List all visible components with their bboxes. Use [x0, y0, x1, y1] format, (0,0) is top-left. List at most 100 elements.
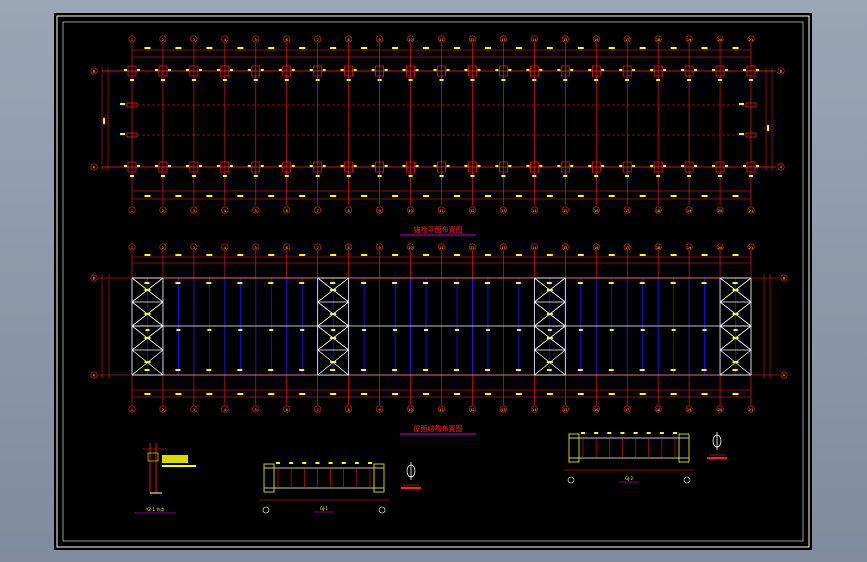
member-tag [633, 432, 638, 434]
dim-text [670, 195, 677, 197]
bolt-mark [532, 79, 537, 81]
axis-label-bottom: 12 [470, 408, 474, 412]
axis-label-top: 10 [408, 246, 412, 250]
bolt-mark [198, 165, 202, 167]
member-tag [176, 329, 181, 331]
dim-text [361, 47, 368, 49]
member-tag [577, 369, 583, 371]
axis-label-bottom: 8 [348, 408, 350, 412]
bolt-mark [749, 79, 753, 81]
axis-label-top: 12 [470, 38, 474, 42]
dim-text [330, 47, 337, 49]
member-tag [331, 329, 336, 331]
bolt-mark [526, 69, 530, 71]
member-tag [144, 289, 151, 291]
bolt-mark [291, 165, 295, 167]
member-tag [300, 329, 305, 331]
bolt-mark [353, 69, 357, 71]
bolt-mark [570, 165, 574, 167]
dim-text [103, 118, 105, 124]
member-tag [608, 369, 614, 371]
member-tag [175, 282, 181, 284]
axis-label-top: 8 [348, 246, 350, 250]
bolt-mark [124, 165, 127, 167]
dim-text [639, 393, 646, 395]
bolt-mark [402, 165, 406, 167]
axis-label-top: 5 [255, 246, 257, 250]
dim-text [175, 393, 182, 395]
member-tag [732, 337, 739, 339]
axis-label-bottom: 15 [563, 209, 567, 213]
bolt-mark [632, 69, 636, 71]
axis-label-top: 8 [348, 38, 350, 42]
member-tag [546, 337, 553, 339]
member-tag [276, 462, 280, 464]
member-tag [546, 361, 553, 363]
member-tag [640, 329, 645, 331]
drawing-viewport[interactable]: 1 1 2 2 3 3 4 4 5 5 6 6 7 7 8 8 9 9 10 10 11 11 12 12 13 13 14 14 15… [54, 13, 812, 550]
bolt-mark [508, 165, 512, 167]
bolt-mark [656, 175, 661, 177]
member-tag [547, 329, 552, 331]
axis-label-top: 13 [501, 246, 505, 250]
member-tag [237, 369, 243, 371]
member-tag [646, 432, 651, 434]
dim-text [453, 254, 460, 256]
bolt-mark [557, 69, 561, 71]
bolt-mark [377, 175, 382, 177]
member-tag [330, 313, 337, 315]
bolt-mark [377, 79, 382, 81]
axis-label-top: 5 [255, 38, 257, 42]
dim-text [206, 393, 213, 395]
dim-text [608, 195, 615, 197]
bolt-mark [619, 165, 623, 167]
axis-label-bottom: 6 [286, 408, 288, 412]
dim-text [423, 195, 430, 197]
member-tag [701, 282, 707, 284]
axis-label-top: 16 [594, 38, 598, 42]
member-tag [577, 282, 583, 284]
row-label: B [93, 277, 96, 281]
dim-text [732, 195, 739, 197]
member-tag [341, 462, 346, 464]
axis-label-bottom: 14 [532, 209, 537, 213]
bolt-mark [532, 175, 537, 177]
member-tag [206, 369, 212, 371]
axis-label-bottom: 20 [718, 408, 722, 412]
member-tag [268, 369, 274, 371]
member-tag [578, 329, 583, 331]
bolt-mark [439, 79, 444, 81]
axis-label-bottom: 3 [193, 209, 195, 213]
bolt-mark [712, 69, 716, 71]
dim-text [453, 393, 460, 395]
bolt-mark [291, 69, 295, 71]
bolt-mark [739, 103, 744, 105]
axis-label-bottom: 20 [718, 209, 722, 213]
dim-text [392, 47, 399, 49]
dim-text [484, 254, 491, 256]
axis-label-top: 9 [378, 246, 380, 250]
dim-text [144, 47, 151, 49]
member-tag [175, 369, 181, 371]
bolt-mark [260, 69, 264, 71]
axis-label-top: 13 [501, 38, 505, 42]
axis-label-bottom: 2 [162, 408, 164, 412]
dim-text [732, 393, 739, 395]
dim-text [392, 254, 399, 256]
member-tag [732, 289, 739, 291]
member-tag [484, 282, 490, 284]
dim-text [515, 393, 522, 395]
member-tag [392, 369, 398, 371]
axis-label-top: 7 [317, 38, 319, 42]
member-tag [289, 462, 294, 464]
dim-text [237, 254, 244, 256]
dim-text [701, 47, 708, 49]
axis-label-bottom: 9 [378, 209, 380, 213]
bolt-mark [191, 79, 196, 81]
node-note [162, 455, 188, 463]
dim-text [206, 254, 213, 256]
bolt-mark [120, 133, 125, 135]
member-tag [330, 369, 336, 371]
bolt-mark [588, 165, 592, 167]
dim-text [299, 393, 306, 395]
